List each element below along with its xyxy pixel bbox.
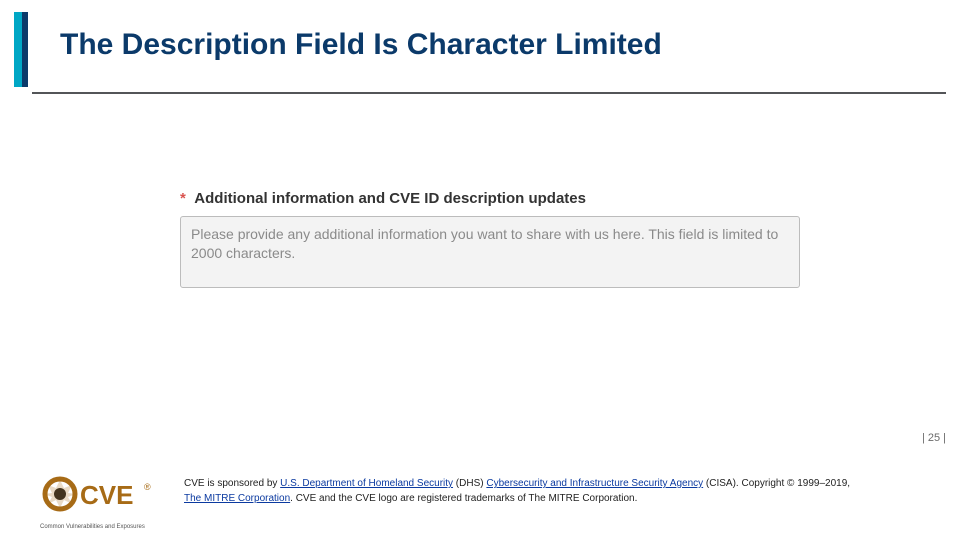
footer-text-mid2: (CISA). Copyright © 1999–2019, xyxy=(703,478,850,489)
cve-logo-subtext: Common Vulnerabilities and Exposures xyxy=(40,524,145,530)
form-field-group: * Additional information and CVE ID desc… xyxy=(180,190,800,288)
accent-bar-navy xyxy=(22,12,28,87)
slide-title: The Description Field Is Character Limit… xyxy=(60,28,662,62)
footer-text-pre: CVE is sponsored by xyxy=(184,478,280,489)
footer: CVE ® Common Vulnerabilities and Exposur… xyxy=(40,470,946,528)
link-mitre[interactable]: The MITRE Corporation xyxy=(184,493,290,504)
footer-fine-print: CVE is sponsored by U.S. Department of H… xyxy=(184,476,850,506)
page-number: | 25 | xyxy=(922,432,946,444)
description-textarea[interactable]: Please provide any additional informatio… xyxy=(180,216,800,288)
link-dhs[interactable]: U.S. Department of Homeland Security xyxy=(280,478,453,489)
horizontal-rule xyxy=(32,92,946,94)
link-cisa[interactable]: Cybersecurity and Infrastructure Securit… xyxy=(486,478,703,489)
field-label-row: * Additional information and CVE ID desc… xyxy=(180,190,800,208)
footer-text-mid1: (DHS) xyxy=(453,478,486,489)
cve-logo: CVE ® Common Vulnerabilities and Exposur… xyxy=(40,470,160,528)
svg-text:®: ® xyxy=(144,482,151,492)
slide: The Description Field Is Character Limit… xyxy=(0,0,960,540)
svg-text:CVE: CVE xyxy=(80,480,133,510)
accent-bar-cyan xyxy=(14,12,22,87)
footer-text-post: . CVE and the CVE logo are registered tr… xyxy=(290,493,637,504)
required-asterisk: * xyxy=(180,190,186,207)
field-label: Additional information and CVE ID descri… xyxy=(194,190,586,207)
